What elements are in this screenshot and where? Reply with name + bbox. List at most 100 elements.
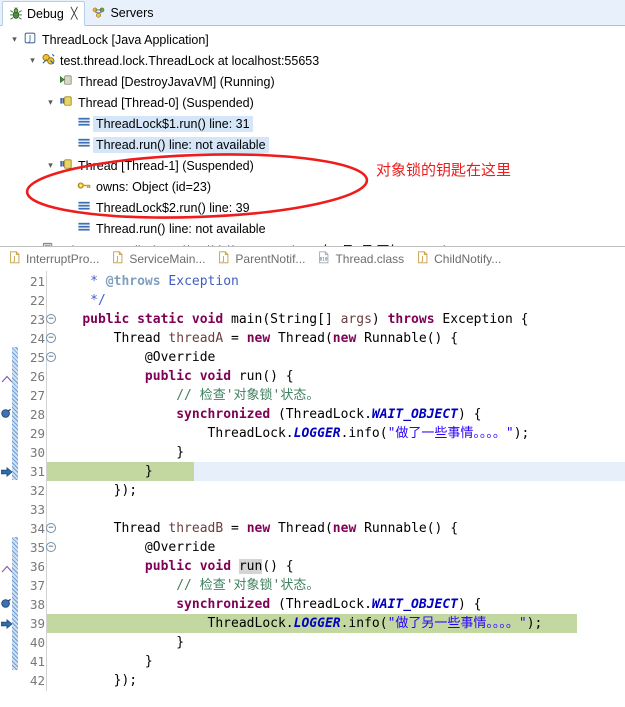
- code-line[interactable]: }: [47, 633, 625, 652]
- code-line-text: public void run() {: [144, 369, 294, 384]
- class-file-icon: 010: [317, 250, 331, 268]
- chevron-down-icon[interactable]: ▾: [44, 92, 57, 113]
- debug-tree-row[interactable]: Thread.run() line: not available: [0, 218, 625, 239]
- java-application-icon: J: [23, 31, 37, 48]
- code-line[interactable]: public void run() {: [47, 367, 625, 386]
- svg-text:010: 010: [320, 257, 328, 263]
- editor-tab[interactable]: J ServiceMain...: [109, 250, 215, 268]
- line-number: 24−: [0, 329, 56, 348]
- line-number: 29: [29, 426, 45, 441]
- code-line[interactable]: @Override: [47, 348, 625, 367]
- code-line[interactable]: public static void main(String[] args) t…: [47, 310, 625, 329]
- code-line[interactable]: // 检查'对象锁'状态。: [47, 576, 625, 595]
- debug-tree-row-label: Thread [Thread-0] (Suspended): [78, 95, 254, 110]
- code-line[interactable]: Thread threadB = new Thread(new Runnable…: [47, 519, 625, 538]
- line-number: 37: [29, 578, 45, 593]
- editor-tab[interactable]: J ParentNotif...: [215, 250, 315, 268]
- editor-tab[interactable]: J ChildNotify...: [414, 250, 511, 268]
- tab-servers[interactable]: Servers: [85, 0, 161, 25]
- editor-tab[interactable]: 010 Thread.class: [315, 250, 414, 268]
- line-number: 30: [29, 445, 45, 460]
- chevron-down-icon[interactable]: ▾: [8, 29, 21, 50]
- tab-debug[interactable]: Debug ╳: [2, 1, 86, 26]
- debug-tree-row[interactable]: ▾ J ThreadLock [Java Application]: [0, 29, 625, 50]
- thread-running-icon: [59, 73, 74, 91]
- line-number: 33: [29, 502, 45, 517]
- debug-tree-row-label: Thread.run() line: not available: [96, 221, 266, 236]
- code-line[interactable]: [47, 500, 625, 519]
- debug-tree-row-label: test.thread.lock.ThreadLock at localhost…: [60, 53, 320, 68]
- code-line-text: }: [51, 464, 153, 479]
- debug-tree-row[interactable]: ▾ Thread [Thread-0] (Suspended): [0, 92, 625, 113]
- svg-text:J: J: [116, 255, 119, 263]
- svg-text:J: J: [28, 34, 31, 43]
- chevron-down-icon[interactable]: ▾: [26, 50, 39, 71]
- java-file-icon: J: [8, 250, 22, 268]
- svg-text:J: J: [13, 255, 16, 263]
- stack-frame-icon: [77, 199, 92, 217]
- code-line-text: synchronized (ThreadLock.WAIT_OBJECT) {: [176, 597, 482, 612]
- code-line[interactable]: // 检查'对象锁'状态。: [47, 386, 625, 405]
- line-number: 31: [29, 464, 45, 479]
- monitor-key-icon: [77, 178, 92, 196]
- svg-text:J: J: [421, 255, 424, 263]
- code-line[interactable]: */: [47, 291, 625, 310]
- line-number: 34−: [0, 519, 56, 538]
- servers-icon: [91, 6, 106, 20]
- line-number: 25−: [0, 348, 56, 367]
- code-line[interactable]: synchronized (ThreadLock.WAIT_OBJECT) {: [47, 405, 625, 424]
- debug-tree-row[interactable]: ThreadLock$2.run() line: 39: [0, 197, 625, 218]
- code-line[interactable]: }: [47, 652, 625, 671]
- line-number: 42: [29, 673, 45, 688]
- editor-gutter[interactable]: 21 22 23−24−25− 26 27 28 29 30 31 32 33 34−35− 36 37 3…: [0, 271, 56, 691]
- code-line-text: @Override: [51, 350, 216, 365]
- line-number: 36: [29, 559, 45, 574]
- code-line[interactable]: });: [47, 481, 625, 500]
- editor-tab-label: Thread.class: [335, 252, 405, 266]
- chevron-down-icon[interactable]: ▾: [44, 155, 57, 176]
- debug-tree[interactable]: ▾ J ThreadLock [Java Application] ▾ test.thr…: [0, 26, 625, 246]
- code-line-text: public void run() {: [144, 559, 294, 574]
- code-lines[interactable]: * @throws Exception */ public static voi…: [47, 271, 625, 691]
- code-line[interactable]: });: [47, 671, 625, 690]
- code-line[interactable]: synchronized (ThreadLock.WAIT_OBJECT) {: [47, 595, 625, 614]
- code-line[interactable]: public void run() {: [47, 557, 625, 576]
- bug-icon: [9, 6, 23, 21]
- debug-tree-row[interactable]: owns: Object (id=23): [0, 176, 625, 197]
- debug-tree-row-label: ThreadLock [Java Application]: [42, 32, 209, 47]
- stack-frame-icon: [77, 115, 92, 133]
- debug-tree-row-label: Thread.run() line: not available: [93, 136, 269, 153]
- svg-text:J: J: [222, 255, 225, 263]
- code-editor[interactable]: 21 22 23−24−25− 26 27 28 29 30 31 32 33 34−35− 36 37 3…: [0, 271, 625, 691]
- code-line[interactable]: @Override: [47, 538, 625, 557]
- debug-tree-row-label: owns: Object (id=23): [96, 179, 211, 194]
- debug-tree-row-label: Thread [Thread-1] (Suspended): [78, 158, 254, 173]
- code-line[interactable]: }: [47, 443, 625, 462]
- debug-tree-row[interactable]: D:\Program Files\Java\jre7\bin\javaw.exe…: [0, 239, 625, 246]
- code-line-text: // 检查'对象锁'状态。: [176, 578, 320, 593]
- debug-tree-row[interactable]: ▾ test.thread.lock.ThreadLock at localhos…: [0, 50, 625, 71]
- line-number: 32: [29, 483, 45, 498]
- stack-frame-icon: [77, 136, 92, 154]
- stack-frame-icon: [77, 220, 92, 238]
- editor-tab-bar: J InterruptPro... J ServiceMain... J ParentNo…: [0, 246, 625, 271]
- close-icon[interactable]: ╳: [71, 7, 78, 20]
- code-line[interactable]: * @throws Exception: [47, 272, 625, 291]
- view-tab-bar: Debug ╳ Servers: [0, 0, 625, 26]
- code-line[interactable]: ThreadLock.LOGGER.info("做了一些事情。。。。");: [47, 424, 625, 443]
- debug-tree-row[interactable]: Thread [DestroyJavaVM] (Running): [0, 71, 625, 92]
- code-line[interactable]: }: [47, 462, 625, 481]
- code-line-text: });: [51, 483, 138, 498]
- debug-tree-row[interactable]: ▾ Thread [Thread-1] (Suspended): [0, 155, 625, 176]
- java-file-icon: J: [416, 250, 430, 268]
- editor-tab-label: ParentNotif...: [235, 252, 306, 266]
- code-line-text: synchronized (ThreadLock.WAIT_OBJECT) {: [176, 407, 482, 422]
- editor-tab[interactable]: J InterruptPro...: [6, 250, 109, 268]
- tab-debug-label: Debug: [27, 6, 64, 21]
- debug-tree-row-label: D:\Program Files\Java\jre7\bin\javaw.exe…: [57, 239, 451, 246]
- debug-tree-row[interactable]: ThreadLock$1.run() line: 31: [0, 113, 625, 134]
- code-line[interactable]: ThreadLock.LOGGER.info("做了另一些事情。。。。");: [47, 614, 577, 633]
- debug-tree-row[interactable]: Thread.run() line: not available: [0, 134, 625, 155]
- code-line[interactable]: Thread threadA = new Thread(new Runnable…: [47, 329, 625, 348]
- editor-tab-label: ServiceMain...: [129, 252, 206, 266]
